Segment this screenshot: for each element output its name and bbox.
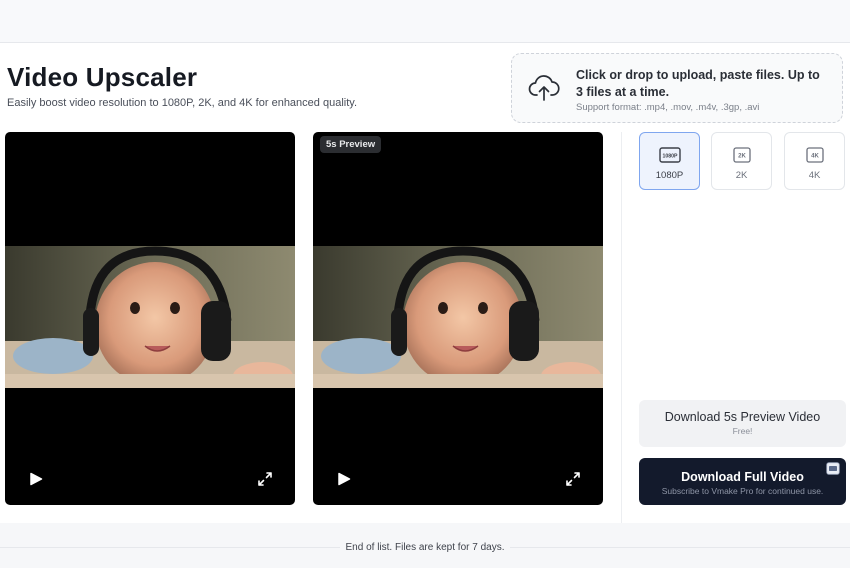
play-icon[interactable]: [29, 472, 43, 486]
resolution-label: 1080P: [655, 170, 684, 181]
preview-video-player[interactable]: 5s Preview: [313, 132, 603, 505]
video-frame-image: [5, 246, 295, 388]
video-frame-image: [313, 246, 603, 388]
page-subtitle: Easily boost video resolution to 1080P, …: [7, 97, 357, 109]
resolution-1080p-icon: 1080P: [659, 147, 681, 163]
panel-divider: [621, 132, 622, 523]
fullscreen-icon[interactable]: [565, 471, 581, 487]
resolution-option-2k[interactable]: 2K 2K: [711, 132, 772, 190]
resolution-2k-icon: 2K: [733, 147, 751, 163]
main-panel: Video Upscaler Easily boost video resolu…: [0, 43, 850, 523]
download-full-sublabel: Subscribe to Vmake Pro for continued use…: [661, 486, 824, 496]
download-full-label: Download Full Video: [681, 470, 804, 484]
resolution-option-4k[interactable]: 4K 4K: [784, 132, 845, 190]
svg-text:4K: 4K: [811, 154, 819, 160]
download-full-button[interactable]: Download Full Video Subscribe to Vmake P…: [639, 458, 846, 505]
resolution-4k-icon: 4K: [806, 147, 824, 163]
footer: End of list. Files are kept for 7 days.: [0, 523, 850, 568]
page-title: Video Upscaler: [7, 62, 198, 92]
cloud-upload-icon: [528, 75, 560, 101]
download-preview-label: Download 5s Preview Video: [664, 410, 821, 424]
fullscreen-icon[interactable]: [257, 471, 273, 487]
upload-instructions: Click or drop to upload, paste files. Up…: [576, 68, 820, 99]
svg-text:1080P: 1080P: [662, 154, 678, 160]
svg-text:2K: 2K: [738, 154, 746, 160]
top-bar: [0, 0, 850, 43]
pro-badge-icon: [826, 462, 840, 475]
footer-text: End of list. Files are kept for 7 days.: [339, 542, 511, 553]
upload-dropzone[interactable]: Click or drop to upload, paste files. Up…: [511, 53, 843, 123]
download-preview-sublabel: Free!: [732, 426, 753, 436]
download-preview-button[interactable]: Download 5s Preview Video Free!: [639, 400, 846, 447]
resolution-option-1080p[interactable]: 1080P 1080P: [639, 132, 700, 190]
supported-formats: Support format: .mp4, .mov, .m4v, .3gp, …: [576, 102, 760, 113]
original-video-player[interactable]: [5, 132, 295, 505]
resolution-label: 4K: [808, 170, 821, 181]
resolution-label: 2K: [735, 170, 748, 181]
preview-badge: 5s Preview: [320, 136, 382, 153]
play-icon[interactable]: [337, 472, 351, 486]
